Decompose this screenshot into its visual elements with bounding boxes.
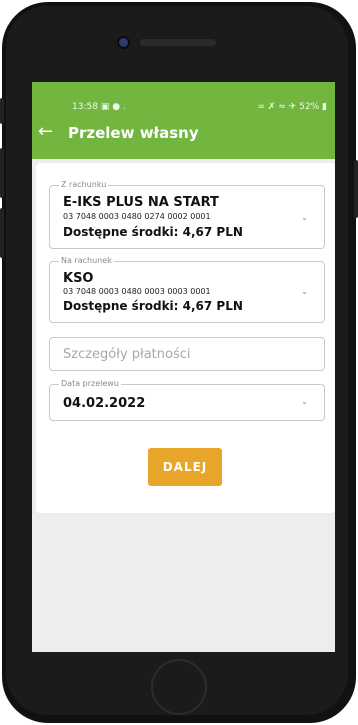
transfer-date-select[interactable]: Data przelewu 04.02.2022 ⌄ xyxy=(49,379,325,421)
to-account-name: KSO xyxy=(63,271,94,286)
phone-side-button xyxy=(0,148,4,198)
battery-icon: ▮ xyxy=(322,102,327,112)
payment-details-placeholder: Szczegóły płatności xyxy=(63,347,191,362)
from-account-number: 03 7048 0003 0480 0274 0002 0001 xyxy=(63,212,211,221)
image-icon: ▣ xyxy=(100,102,110,112)
transfer-form: Z rachunku E-IKS PLUS NA START 03 7048 0… xyxy=(36,163,335,513)
status-bar-right: ∞ ✗ ≈ ✈ 52% ▮ xyxy=(258,102,327,112)
chevron-down-icon[interactable]: ⌄ xyxy=(301,397,308,406)
to-account-legend: Na rachunek xyxy=(59,256,114,266)
airplane-icon: ✈ xyxy=(288,102,297,112)
battery-level: 52% xyxy=(299,102,320,112)
app-header: 13:58 ▣ ● . ∞ ✗ ≈ ✈ 52% ▮ ← Przelew włas… xyxy=(32,82,335,159)
app-screen: 13:58 ▣ ● . ∞ ✗ ≈ ✈ 52% ▮ ← Przelew włas… xyxy=(32,82,335,652)
mute-icon: ✗ xyxy=(267,102,276,112)
chevron-down-icon[interactable]: ⌄ xyxy=(301,287,308,296)
from-account-legend: Z rachunku xyxy=(59,180,109,190)
notification-dot-icon: . xyxy=(122,102,126,112)
payment-details-input[interactable]: Szczegóły płatności xyxy=(49,337,325,371)
app-icon: ● xyxy=(112,102,121,112)
from-account-select[interactable]: Z rachunku E-IKS PLUS NA START 03 7048 0… xyxy=(49,180,325,249)
to-account-select[interactable]: Na rachunek KSO 03 7048 0003 0480 0003 0… xyxy=(49,256,325,323)
next-button[interactable]: DALEJ xyxy=(148,448,222,486)
wifi-icon: ≈ xyxy=(278,102,286,112)
phone-side-button xyxy=(0,208,4,258)
page-title: Przelew własny xyxy=(68,124,199,142)
transfer-date-legend: Data przelewu xyxy=(59,379,121,389)
chevron-down-icon[interactable]: ⌄ xyxy=(301,213,308,222)
to-account-available: Dostępne środki: 4,67 PLN xyxy=(63,299,243,313)
to-account-number: 03 7048 0003 0480 0003 0003 0001 xyxy=(63,287,211,296)
phone-side-button xyxy=(354,160,358,218)
speaker-grille xyxy=(140,39,216,46)
link-icon: ∞ xyxy=(257,102,266,112)
phone-side-button xyxy=(0,98,4,124)
camera-icon xyxy=(119,38,128,47)
transfer-date-value: 04.02.2022 xyxy=(63,396,146,411)
arrow-left-icon[interactable]: ← xyxy=(38,122,53,142)
from-account-available: Dostępne środki: 4,67 PLN xyxy=(63,225,243,239)
status-time: 13:58 xyxy=(72,102,98,112)
from-account-name: E-IKS PLUS NA START xyxy=(63,195,219,210)
status-bar-left: 13:58 ▣ ● . xyxy=(72,102,126,112)
home-button[interactable] xyxy=(151,659,207,715)
